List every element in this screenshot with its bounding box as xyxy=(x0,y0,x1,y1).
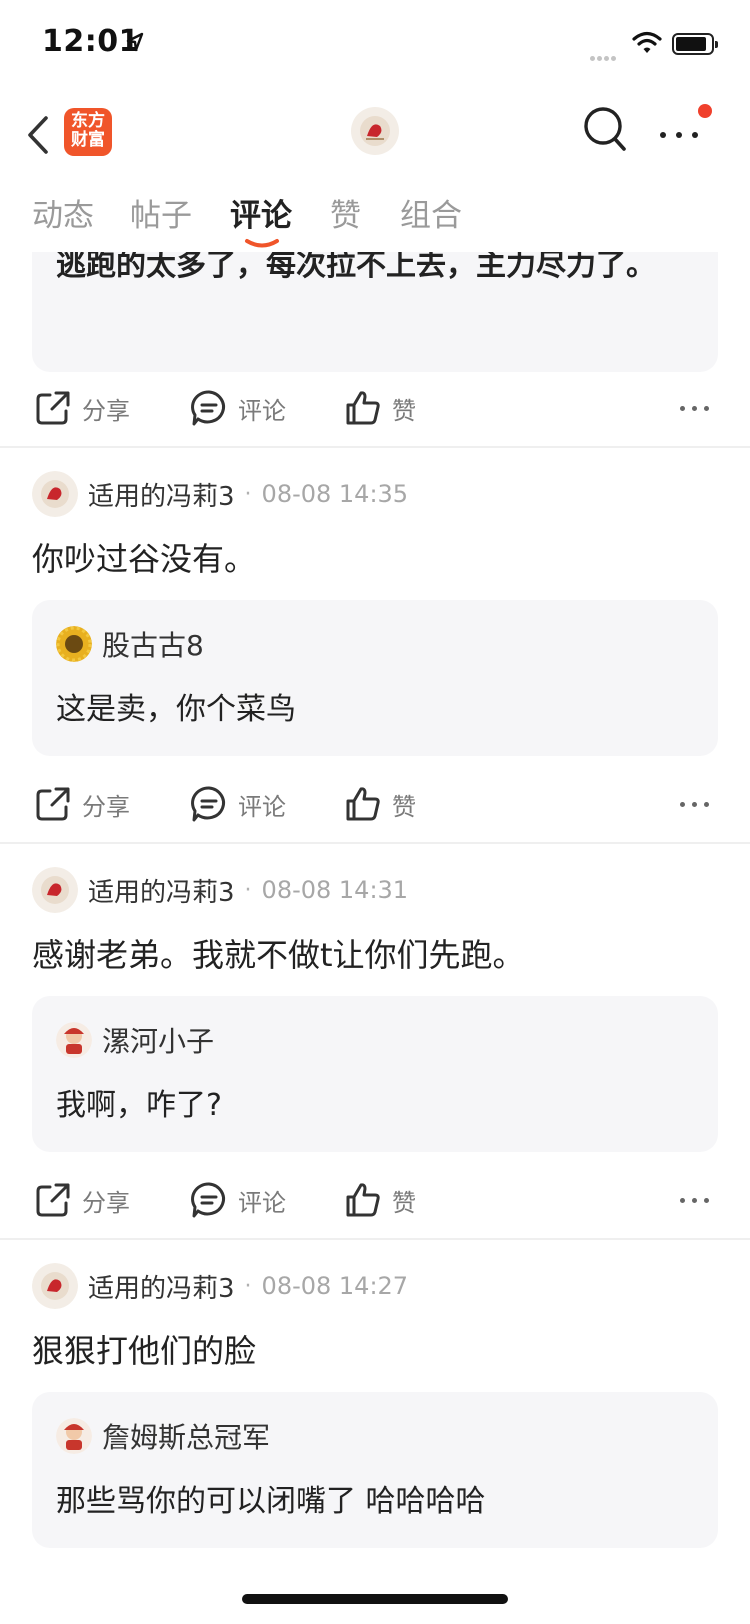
author-avatar[interactable] xyxy=(32,1263,78,1309)
post-text: 感谢老弟。我就不做t让你们先跑。 xyxy=(32,936,525,974)
author-name[interactable]: 适用的冯莉3 xyxy=(88,872,235,909)
tab-likes[interactable]: 赞 xyxy=(330,190,361,235)
separator-dot: · xyxy=(244,481,252,507)
author-name[interactable]: 适用的冯莉3 xyxy=(88,476,235,513)
brand-logo[interactable]: 东方 财富 xyxy=(64,108,112,156)
quote-header: 股古古8 xyxy=(56,624,204,664)
comment-icon xyxy=(191,786,225,822)
author-name[interactable]: 适用的冯莉3 xyxy=(88,1268,235,1305)
comment-post[interactable]: 适用的冯莉3 · 08-08 14:27 狠狠打他们的脸 詹姆斯总冠军 那些骂你… xyxy=(0,1240,750,1624)
quote-author-avatar[interactable] xyxy=(56,1022,92,1058)
quoted-comment[interactable]: 漯河小子 我啊，咋了? xyxy=(32,996,718,1152)
share-icon xyxy=(36,1183,70,1217)
share-icon xyxy=(36,787,70,821)
quoted-comment[interactable]: 逃跑的太多了，每次拉不上去，主力尽力了。 xyxy=(32,252,718,372)
comment-icon xyxy=(191,390,225,426)
quote-author-name[interactable]: 股古古8 xyxy=(102,624,204,664)
author-avatar[interactable] xyxy=(32,867,78,913)
share-label: 分享 xyxy=(82,1188,130,1217)
quoted-comment[interactable]: 股古古8 这是卖，你个菜鸟 xyxy=(32,600,718,756)
status-bar: 12:01 xyxy=(0,0,750,92)
post-header: 适用的冯莉3 · 08-08 14:31 xyxy=(32,866,408,914)
quote-text: 我啊，咋了? xyxy=(56,1088,222,1123)
cellular-signal-icon xyxy=(590,46,626,61)
quote-author-avatar[interactable] xyxy=(56,626,92,662)
quoted-comment-text: 逃跑的太多了，每次拉不上去，主力尽力了。 xyxy=(56,252,656,283)
comment-label: 评论 xyxy=(238,396,286,425)
post-time: 08-08 14:27 xyxy=(261,1272,409,1300)
more-options-icon[interactable] xyxy=(656,112,710,152)
post-header: 适用的冯莉3 · 08-08 14:27 xyxy=(32,1262,408,1310)
quote-header: 詹姆斯总冠军 xyxy=(56,1416,270,1456)
like-button[interactable]: 赞 xyxy=(344,378,416,438)
back-icon[interactable] xyxy=(26,110,66,160)
location-arrow-icon xyxy=(126,32,144,52)
tab-posts[interactable]: 帖子 xyxy=(130,190,192,235)
like-label: 赞 xyxy=(392,792,416,821)
quote-text: 那些骂你的可以闭嘴了 哈哈哈哈 xyxy=(56,1484,486,1519)
thumbs-up-icon xyxy=(346,391,380,425)
comment-button[interactable]: 评论 xyxy=(190,774,286,834)
tab-comments[interactable]: 评论 xyxy=(230,190,292,235)
notification-dot xyxy=(698,104,712,118)
comment-icon xyxy=(191,1182,225,1218)
share-label: 分享 xyxy=(82,792,130,821)
tab-portfolio[interactable]: 组合 xyxy=(400,190,462,235)
post-time: 08-08 14:31 xyxy=(261,876,409,904)
post-header: 适用的冯莉3 · 08-08 14:35 xyxy=(32,470,408,518)
post-time: 08-08 14:35 xyxy=(261,480,409,508)
share-icon xyxy=(36,391,70,425)
comment-post[interactable]: 适用的冯莉3 · 08-08 14:35 你吵过谷没有。 股古古8 这是卖，你个… xyxy=(0,448,750,843)
search-icon[interactable] xyxy=(582,104,630,156)
like-button[interactable]: 赞 xyxy=(344,1170,416,1230)
action-bar: 分享 评论 赞 xyxy=(0,774,750,834)
wifi-icon xyxy=(632,31,662,53)
quote-text: 这是卖，你个菜鸟 xyxy=(56,692,296,727)
post-text: 狠狠打他们的脸 xyxy=(32,1332,257,1370)
action-bar: 分享 评论 赞 xyxy=(0,1170,750,1230)
comment-post[interactable]: 适用的冯莉3 · 08-08 14:31 感谢老弟。我就不做t让你们先跑。 漯河… xyxy=(0,844,750,1239)
profile-tabs: 动态 帖子 评论 赞 组合 xyxy=(0,190,750,252)
share-button[interactable]: 分享 xyxy=(34,1170,130,1230)
quote-author-avatar[interactable] xyxy=(56,1418,92,1454)
thumbs-up-icon xyxy=(346,787,380,821)
share-button[interactable]: 分享 xyxy=(34,378,130,438)
share-button[interactable]: 分享 xyxy=(34,774,130,834)
like-label: 赞 xyxy=(392,1188,416,1217)
action-bar: 分享 评论 赞 xyxy=(0,378,750,438)
post-text: 你吵过谷没有。 xyxy=(32,540,257,578)
separator-dot: · xyxy=(244,1273,252,1299)
comment-button[interactable]: 评论 xyxy=(190,1170,286,1230)
separator-dot: · xyxy=(244,877,252,903)
author-avatar[interactable] xyxy=(32,471,78,517)
profile-avatar[interactable] xyxy=(350,106,400,156)
brand-logo-line1: 东方 xyxy=(71,111,105,131)
active-tab-indicator xyxy=(245,239,279,248)
nav-bar: 东方 财富 xyxy=(0,92,750,184)
battery-icon xyxy=(672,33,718,55)
like-label: 赞 xyxy=(392,396,416,425)
quote-header: 漯河小子 xyxy=(56,1020,214,1060)
comment-button[interactable]: 评论 xyxy=(190,378,286,438)
share-label: 分享 xyxy=(82,396,130,425)
brand-logo-line2: 财富 xyxy=(71,130,105,150)
home-indicator[interactable] xyxy=(242,1594,508,1604)
quote-author-name[interactable]: 詹姆斯总冠军 xyxy=(102,1416,270,1456)
thumbs-up-icon xyxy=(346,1183,380,1217)
quoted-comment[interactable]: 詹姆斯总冠军 那些骂你的可以闭嘴了 哈哈哈哈 xyxy=(32,1392,718,1548)
quote-author-name[interactable]: 漯河小子 xyxy=(102,1020,214,1060)
like-button[interactable]: 赞 xyxy=(344,774,416,834)
comment-label: 评论 xyxy=(238,792,286,821)
comments-feed[interactable]: 逃跑的太多了，每次拉不上去，主力尽力了。 分享 评论 赞 适用的冯莉3 · 08… xyxy=(0,252,750,1624)
comment-label: 评论 xyxy=(238,1188,286,1217)
tab-dynamics[interactable]: 动态 xyxy=(32,190,94,235)
